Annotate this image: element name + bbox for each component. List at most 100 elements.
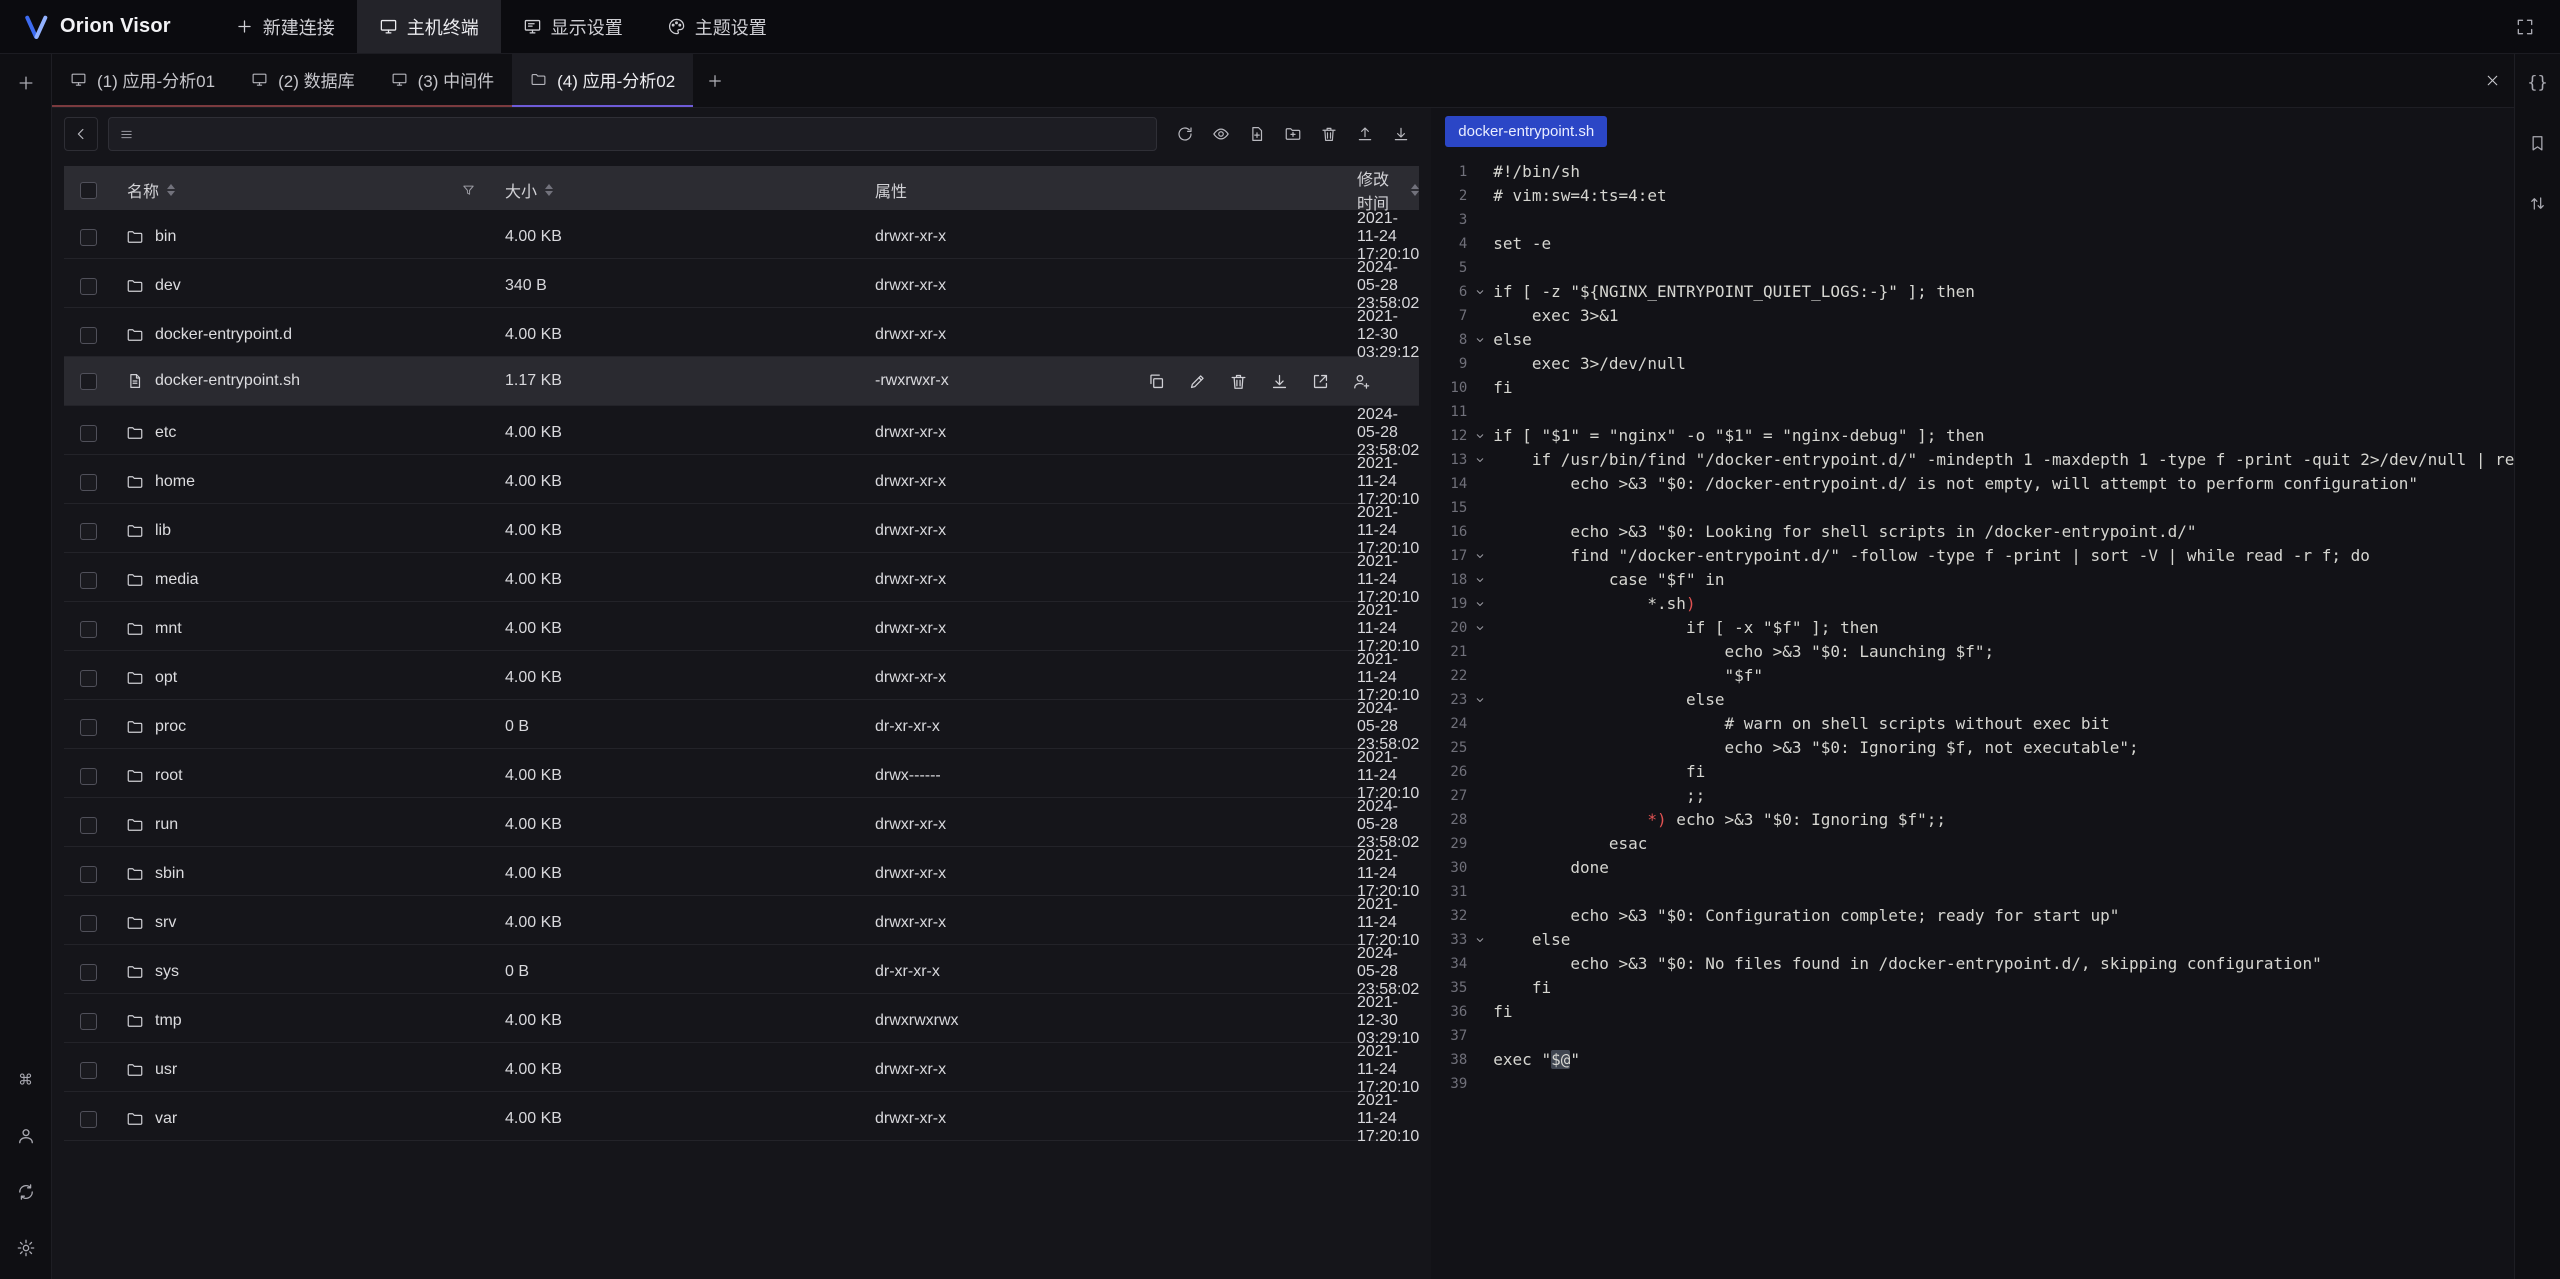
row-checkbox[interactable] xyxy=(80,670,97,687)
copy-icon[interactable] xyxy=(1147,372,1166,391)
variables-button[interactable]: {} xyxy=(2523,68,2553,98)
menu-item-new-connection[interactable]: 新建连接 xyxy=(213,0,357,53)
row-checkbox[interactable] xyxy=(80,866,97,883)
refresh-button[interactable] xyxy=(1167,117,1203,151)
file-row-sbin[interactable]: sbin4.00 KBdrwxr-xr-x2021-11-24 17:20:10 xyxy=(64,847,1419,896)
user-info-button[interactable] xyxy=(11,1121,41,1151)
header-time[interactable]: 修改时间 xyxy=(1340,166,1419,214)
terminal-tab-3[interactable]: (3) 中间件 xyxy=(373,54,513,107)
fold-chevron-icon[interactable] xyxy=(1467,424,1493,448)
fold-chevron-icon[interactable] xyxy=(1467,688,1493,712)
file-row-srv[interactable]: srv4.00 KBdrwxr-xr-x2021-11-24 17:20:10 xyxy=(64,896,1419,945)
file-row-opt[interactable]: opt4.00 KBdrwxr-xr-x2021-11-24 17:20:10 xyxy=(64,651,1419,700)
file-row-root[interactable]: root4.00 KBdrwx------2021-11-24 17:20:10 xyxy=(64,749,1419,798)
menu-item-host-terminal[interactable]: 主机终端 xyxy=(357,0,501,53)
close-tabs-icon[interactable] xyxy=(2470,54,2514,107)
row-checkbox[interactable] xyxy=(80,373,97,390)
row-checkbox[interactable] xyxy=(80,229,97,246)
row-checkbox[interactable] xyxy=(80,768,97,785)
fold-chevron-icon[interactable] xyxy=(1467,448,1493,472)
fold-chevron-icon[interactable] xyxy=(1467,928,1493,952)
row-checkbox[interactable] xyxy=(80,1013,97,1030)
header-name-label: 名称 xyxy=(127,178,159,202)
file-row-docker-entrypoint.d[interactable]: docker-entrypoint.d4.00 KBdrwxr-xr-x2021… xyxy=(64,308,1419,357)
row-checkbox[interactable] xyxy=(80,425,97,442)
file-row-usr[interactable]: usr4.00 KBdrwxr-xr-x2021-11-24 17:20:10 xyxy=(64,1043,1419,1092)
delete-button[interactable] xyxy=(1311,117,1347,151)
terminal-tab-4[interactable]: (4) 应用-分析02 xyxy=(512,54,693,107)
editor-file-tab[interactable]: docker-entrypoint.sh xyxy=(1445,116,1607,147)
row-checkbox[interactable] xyxy=(80,572,97,589)
row-checkbox[interactable] xyxy=(80,621,97,638)
terminal-tab-1[interactable]: (1) 应用-分析01 xyxy=(52,54,233,107)
select-all-checkbox[interactable] xyxy=(80,182,97,199)
shortcut-keys-button[interactable]: ⌘ xyxy=(11,1065,41,1095)
row-checkbox[interactable] xyxy=(80,817,97,834)
file-row-etc[interactable]: etc4.00 KBdrwxr-xr-x2024-05-28 23:58:02 xyxy=(64,406,1419,455)
settings-button[interactable] xyxy=(11,1233,41,1263)
bookmark-button[interactable] xyxy=(2523,128,2553,158)
new-file-button[interactable] xyxy=(1239,117,1275,151)
back-button[interactable] xyxy=(64,117,98,151)
file-row-run[interactable]: run4.00 KBdrwxr-xr-x2024-05-28 23:58:02 xyxy=(64,798,1419,847)
fold-chevron-icon[interactable] xyxy=(1467,544,1493,568)
row-checkbox[interactable] xyxy=(80,1111,97,1128)
sort-name-icon[interactable] xyxy=(167,184,175,196)
fold-chevron-icon[interactable] xyxy=(1467,592,1493,616)
download-button[interactable] xyxy=(1383,117,1419,151)
code-editor[interactable]: 1#!/bin/sh2# vim:sw=4:ts=4:et34set -e56i… xyxy=(1431,154,2560,1279)
file-row-docker-entrypoint.sh[interactable]: docker-entrypoint.sh1.17 KB-rwxrwxr-x xyxy=(64,357,1419,406)
swap-panels-button[interactable] xyxy=(2523,188,2553,218)
row-checkbox[interactable] xyxy=(80,964,97,981)
fold-chevron-icon[interactable] xyxy=(1467,568,1493,592)
menu-item-display-settings[interactable]: 显示设置 xyxy=(501,0,645,53)
show-hidden-button[interactable] xyxy=(1203,117,1239,151)
path-list-icon[interactable] xyxy=(119,127,134,142)
row-checkbox[interactable] xyxy=(80,719,97,736)
file-row-tmp[interactable]: tmp4.00 KBdrwxrwxrwx2021-12-30 03:29:10 xyxy=(64,994,1419,1043)
fold-chevron-icon[interactable] xyxy=(1467,616,1493,640)
fold-chevron-icon[interactable] xyxy=(1467,280,1493,304)
file-row-dev[interactable]: dev340 Bdrwxr-xr-x2024-05-28 23:58:02 xyxy=(64,259,1419,308)
folder-icon xyxy=(126,669,144,687)
row-checkbox[interactable] xyxy=(80,278,97,295)
upload-button[interactable] xyxy=(1347,117,1383,151)
row-checkbox[interactable] xyxy=(80,1062,97,1079)
filter-icon[interactable] xyxy=(461,183,476,198)
header-size[interactable]: 大小 xyxy=(490,178,860,202)
fold-gutter xyxy=(1467,472,1493,496)
sort-size-icon[interactable] xyxy=(545,184,553,196)
menu-item-theme-settings[interactable]: 主题设置 xyxy=(645,0,789,53)
file-row-lib[interactable]: lib4.00 KBdrwxr-xr-x2021-11-24 17:20:10 xyxy=(64,504,1419,553)
file-row-proc[interactable]: proc0 Bdr-xr-xr-x2024-05-28 23:58:02 xyxy=(64,700,1419,749)
path-input[interactable] xyxy=(142,126,1146,143)
file-row-var[interactable]: var4.00 KBdrwxr-xr-x2021-11-24 17:20:10 xyxy=(64,1092,1419,1141)
fold-chevron-icon[interactable] xyxy=(1467,328,1493,352)
permission-icon[interactable] xyxy=(1352,372,1371,391)
move-icon[interactable] xyxy=(1311,372,1330,391)
sort-time-icon[interactable] xyxy=(1411,184,1419,196)
code-line-39: 39 xyxy=(1431,1072,2560,1096)
row-checkbox[interactable] xyxy=(80,474,97,491)
new-connection-button[interactable] xyxy=(11,68,41,98)
terminal-tab-2[interactable]: (2) 数据库 xyxy=(233,54,373,107)
row-checkbox[interactable] xyxy=(80,327,97,344)
download-icon[interactable] xyxy=(1270,372,1289,391)
header-name[interactable]: 名称 xyxy=(112,178,490,202)
code-text: else xyxy=(1493,688,1724,712)
file-row-home[interactable]: home4.00 KBdrwxr-xr-x2021-11-24 17:20:10 xyxy=(64,455,1419,504)
new-folder-button[interactable] xyxy=(1275,117,1311,151)
delete-icon[interactable] xyxy=(1229,372,1248,391)
file-row-sys[interactable]: sys0 Bdr-xr-xr-x2024-05-28 23:58:02 xyxy=(64,945,1419,994)
file-row-mnt[interactable]: mnt4.00 KBdrwxr-xr-x2021-11-24 17:20:10 xyxy=(64,602,1419,651)
new-tab-button[interactable] xyxy=(693,54,737,107)
fullscreen-icon[interactable] xyxy=(2510,12,2540,42)
file-row-bin[interactable]: bin4.00 KBdrwxr-xr-x2021-11-24 17:20:10 xyxy=(64,210,1419,259)
file-row-media[interactable]: media4.00 KBdrwxr-xr-x2021-11-24 17:20:1… xyxy=(64,553,1419,602)
sync-button[interactable] xyxy=(11,1177,41,1207)
sftp-toolbar xyxy=(52,108,1431,156)
file-attr: drwxr-xr-x xyxy=(860,1110,1340,1128)
edit-icon[interactable] xyxy=(1188,372,1207,391)
row-checkbox[interactable] xyxy=(80,915,97,932)
row-checkbox[interactable] xyxy=(80,523,97,540)
